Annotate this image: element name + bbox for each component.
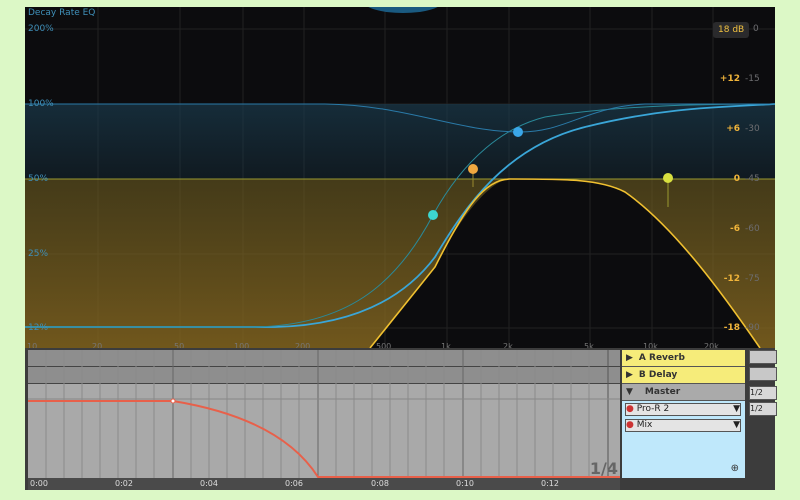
db-label: -75 — [745, 274, 760, 284]
eq-band-node-2[interactable] — [468, 164, 478, 174]
db-label: -45 — [745, 174, 760, 184]
eq-band-node-3[interactable] — [513, 127, 523, 137]
axis-label: 12% — [28, 323, 49, 333]
io-slot[interactable] — [749, 350, 777, 364]
db-label: -90 — [745, 323, 760, 333]
gain-label: 0 — [733, 174, 740, 184]
gain-label: -18 — [723, 323, 740, 333]
range-badge[interactable]: 18 dB — [713, 22, 750, 38]
eq-graph[interactable] — [25, 7, 775, 348]
device-chooser[interactable]: ● Pro-R 2 ▼ — [625, 403, 741, 416]
chevron-down-icon[interactable]: ▼ — [626, 387, 633, 397]
time-ruler[interactable]: 0:00 0:02 0:04 0:06 0:08 0:10 0:12 — [28, 478, 620, 490]
axis-label: 50% — [28, 174, 49, 184]
axis-label: 100% — [28, 99, 54, 109]
eq-band-node-1[interactable] — [428, 210, 438, 220]
master-track[interactable]: ▼ Master — [622, 384, 745, 401]
add-lane-icon[interactable]: ⊕ — [731, 463, 739, 474]
parameter-chooser[interactable]: ● Mix ▼ — [625, 419, 741, 432]
dropdown-arrow-icon: ▼ — [733, 420, 740, 430]
dropdown-arrow-icon: ▼ — [733, 404, 740, 414]
arrangement-panel: 1/4 0:00 0:02 0:04 0:06 0:08 0:10 0:12 ▶… — [25, 348, 777, 490]
track-name: B Delay — [638, 370, 678, 380]
page-indicator: 1/4 — [589, 459, 618, 478]
gain-label: -12 — [723, 274, 740, 284]
gain-label: +6 — [726, 124, 740, 134]
parameter-name: Mix — [636, 420, 653, 430]
ruler-tick: 0:10 — [456, 479, 474, 488]
db-label: 0 — [753, 24, 759, 34]
automation-lane[interactable]: 1/4 — [28, 350, 620, 478]
ruler-tick: 0:08 — [371, 479, 389, 488]
automation-breakpoint[interactable] — [170, 398, 176, 404]
play-icon[interactable]: ▶ — [626, 370, 633, 380]
db-label: -15 — [745, 74, 760, 84]
eq-band-node-4[interactable] — [663, 173, 673, 183]
mixer-panel: ▶ A Reverb ▶ B Delay ▼ Master ● Pro-R 2 ▼ ● … — [622, 350, 745, 478]
gain-label: +12 — [719, 74, 740, 84]
ruler-tick: 0:06 — [285, 479, 303, 488]
device-name: Pro-R 2 — [636, 404, 670, 414]
play-icon[interactable]: ▶ — [626, 353, 633, 363]
axis-label: 200% — [28, 24, 54, 34]
ruler-tick: 0:00 — [30, 479, 48, 488]
track-name: Master — [644, 387, 681, 397]
ruler-tick: 0:02 — [115, 479, 133, 488]
eq-title: Decay Rate EQ — [28, 8, 96, 18]
axis-label: 25% — [28, 249, 49, 259]
gain-label: -6 — [730, 224, 740, 234]
io-slot[interactable] — [749, 367, 777, 381]
output-channel[interactable]: 1/2 — [749, 402, 777, 416]
output-channel[interactable]: 1/2 — [749, 386, 777, 400]
ruler-tick: 0:04 — [200, 479, 218, 488]
return-track-a[interactable]: ▶ A Reverb — [622, 350, 745, 367]
automation-curve — [28, 400, 620, 478]
ruler-tick: 0:12 — [541, 479, 559, 488]
db-label: -30 — [745, 124, 760, 134]
decay-rate-eq-display[interactable]: Decay Rate EQ 200% 100% 50% 25% 12% 18 d… — [25, 7, 775, 348]
track-name: A Reverb — [638, 353, 685, 363]
db-label: -60 — [745, 224, 760, 234]
return-track-b[interactable]: ▶ B Delay — [622, 367, 745, 384]
